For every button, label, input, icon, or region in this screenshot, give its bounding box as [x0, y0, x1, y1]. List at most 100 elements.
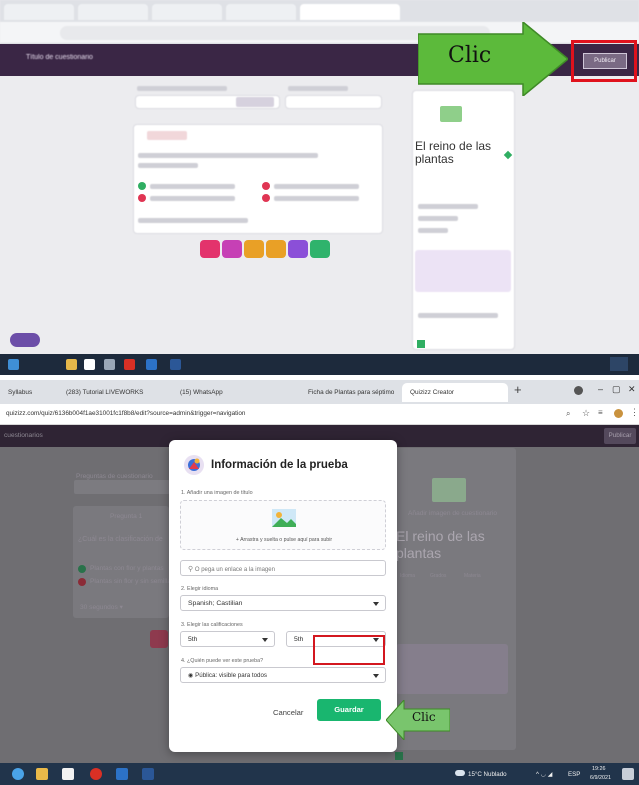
- top-answer-line: [150, 184, 235, 189]
- grades-label: 3. Elegir las calificaciones: [181, 622, 243, 628]
- bg-side-label: Grados: [430, 573, 447, 579]
- language-indicator[interactable]: ESP: [568, 771, 580, 778]
- top-correct-dot: [138, 182, 146, 190]
- help-button[interactable]: [10, 333, 40, 347]
- tab-whatsapp[interactable]: (15) WhatsApp: [172, 383, 300, 402]
- bg-side-label: Materia: [464, 573, 481, 579]
- globe-icon: ◉: [188, 673, 194, 679]
- visibility-select[interactable]: ◉ Pública: visible para todos: [180, 667, 386, 683]
- top-type-button[interactable]: [266, 240, 286, 258]
- top-side-line: [418, 228, 448, 233]
- mail-icon[interactable]: [146, 359, 157, 370]
- address-bar: quizizz.com/quiz/6136b004f1ae31001fc1f8b…: [0, 404, 639, 425]
- visibility-value: Pública: visible para todos: [195, 672, 268, 679]
- language-label: 2. Elegir idioma: [181, 586, 219, 592]
- chevron-down-icon: [373, 674, 379, 678]
- clock-time[interactable]: 19:26: [592, 766, 606, 772]
- tab-label: Ficha de Plantas para séptimo: [308, 389, 395, 396]
- top-side-line: [418, 216, 458, 221]
- image-dropzone[interactable]: + Arrastra y suelta o pulse aquí para su…: [180, 500, 386, 550]
- minimize-icon[interactable]: –: [598, 384, 603, 394]
- chevron-down-icon: [373, 602, 379, 606]
- menu-icon[interactable]: ⋮: [630, 407, 639, 418]
- chevron-down-icon: [262, 638, 268, 642]
- tray-icons[interactable]: ^ ◡ ◢: [536, 771, 553, 778]
- bg-search-box: [74, 480, 170, 494]
- bg-tip-box: [396, 644, 508, 694]
- top-search-button[interactable]: [236, 97, 274, 107]
- top-side-line: [418, 313, 498, 318]
- top-tab-active[interactable]: [300, 4, 400, 20]
- top-type-button[interactable]: [200, 240, 220, 258]
- grade-from-select[interactable]: 5th: [180, 631, 275, 647]
- top-wrong-dot: [262, 182, 270, 190]
- playlist-icon[interactable]: ≡: [598, 408, 603, 417]
- bottom-screenshot: Syllabus (283) Tutorial LIVEWORKS (15) W…: [0, 380, 639, 785]
- top-wrong-dot: [138, 194, 146, 202]
- cancel-button[interactable]: Cancelar: [273, 708, 303, 717]
- tab-label: Syllabus: [8, 389, 33, 396]
- bg-side-label: Idioma: [400, 573, 416, 579]
- dropzone-text: + Arrastra y suelta o pulse aquí para su…: [235, 537, 333, 543]
- save-button[interactable]: Guardar: [317, 699, 381, 721]
- top-controls-line: [138, 218, 248, 223]
- tab-youtube[interactable]: (283) Tutorial LIVEWORKS: [58, 383, 172, 402]
- image-link-input[interactable]: ⚲ O pega un enlace a la imagen: [180, 560, 386, 576]
- bg-correct-dot: [78, 565, 86, 573]
- top-placeholder-line: [137, 86, 227, 91]
- chrome-icon[interactable]: [90, 768, 102, 780]
- top-question-text: [138, 153, 318, 158]
- tab-label: (283) Tutorial LIVEWORKS: [66, 389, 144, 396]
- folder-icon[interactable]: [36, 768, 48, 780]
- profile-icon[interactable]: [574, 386, 583, 395]
- bg-controls: 30 segundos ▾: [80, 604, 123, 611]
- top-tab[interactable]: [4, 4, 74, 20]
- top-tab[interactable]: [78, 4, 148, 20]
- publish-button-dimmed[interactable]: Publicar: [604, 428, 636, 444]
- avatar[interactable]: [614, 409, 623, 418]
- checkbox-icon[interactable]: [417, 340, 425, 348]
- top-tip-box: [415, 250, 511, 292]
- mail-icon[interactable]: [116, 768, 128, 780]
- top-type-button[interactable]: [222, 240, 242, 258]
- link-icon: ⚲: [188, 566, 193, 573]
- top-answer-line: [274, 184, 359, 189]
- notification-icon[interactable]: [622, 768, 634, 780]
- folder-icon[interactable]: [66, 359, 77, 370]
- clic-label-bottom: Clic: [412, 710, 436, 724]
- tab-syllabus[interactable]: Syllabus: [0, 383, 58, 402]
- windows-icon[interactable]: [8, 359, 19, 370]
- new-tab-icon[interactable]: +: [514, 382, 522, 397]
- top-quiz-title[interactable]: Título de cuestionario: [26, 54, 93, 61]
- top-filter-select[interactable]: [285, 95, 382, 109]
- top-question-text: [138, 163, 198, 168]
- language-select[interactable]: Spanish; Castilian: [180, 595, 386, 611]
- bg-answer-1: Plantas con flor y plantas: [90, 565, 164, 572]
- word-icon[interactable]: [142, 768, 154, 780]
- zoom-icon[interactable]: ⌕: [566, 409, 570, 419]
- weather-text[interactable]: 15°C Nublado: [468, 771, 507, 778]
- close-icon[interactable]: ✕: [628, 384, 636, 395]
- tab-ficha[interactable]: Ficha de Plantas para séptimo: [300, 383, 400, 402]
- store-icon[interactable]: [84, 359, 95, 370]
- bg-questions-label: Preguntas de cuestionario: [76, 473, 153, 480]
- maximize-icon[interactable]: ▢: [612, 384, 621, 395]
- word-icon[interactable]: [170, 359, 181, 370]
- cortana-icon[interactable]: [12, 768, 24, 780]
- chrome-icon[interactable]: [124, 359, 135, 370]
- top-clock: [610, 357, 628, 371]
- top-type-button[interactable]: [310, 240, 330, 258]
- top-tab[interactable]: [152, 4, 222, 20]
- top-tab[interactable]: [226, 4, 296, 20]
- cloud-icon: [455, 770, 465, 776]
- top-type-button[interactable]: [288, 240, 308, 258]
- bg-add-image: Añadir imagen de cuestionario: [408, 510, 498, 517]
- star-icon[interactable]: ☆: [582, 408, 590, 419]
- app-icon[interactable]: [104, 359, 115, 370]
- store-icon[interactable]: [62, 768, 74, 780]
- top-type-button[interactable]: [244, 240, 264, 258]
- tab-quizizz[interactable]: Quizizz Creator: [402, 383, 508, 402]
- clock-date[interactable]: 6/9/2021: [590, 775, 611, 781]
- url-field[interactable]: quizizz.com/quiz/6136b004f1ae31001fc1f8b…: [6, 410, 245, 417]
- bg-wrong-dot: [78, 578, 86, 586]
